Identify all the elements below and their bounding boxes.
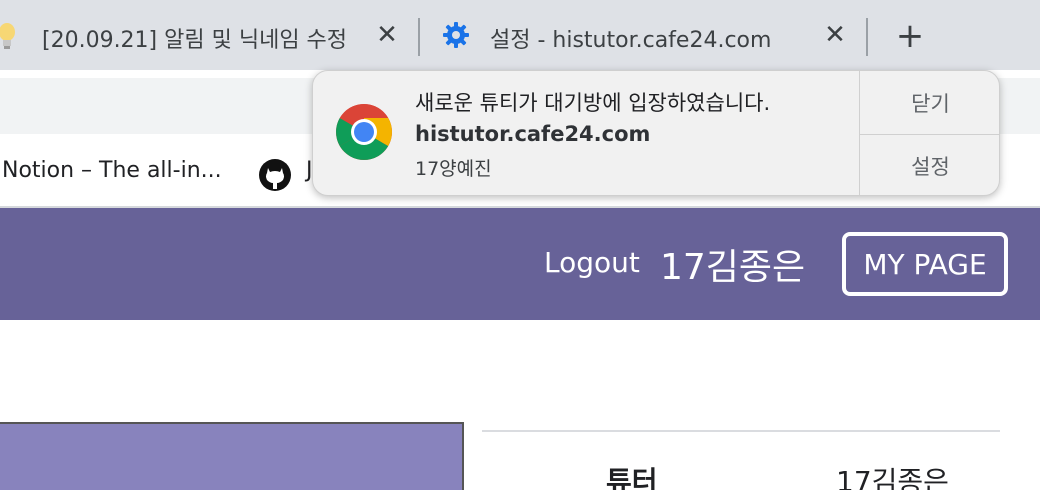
notification-body: 17양예진 [415,158,492,180]
divider [482,430,1000,432]
github-icon[interactable] [258,158,292,192]
lightbulb-icon [0,23,15,49]
tab-title: 설정 - histutor.cafe24.com [490,28,772,53]
tab-title: [20.09.21] 알림 및 닉네임 수정 [42,28,348,53]
tutor-value: 17김종은 [836,465,949,490]
my-page-button[interactable]: MY PAGE [842,232,1008,296]
tutor-label: 튜터 [606,465,658,490]
browser-tab-2[interactable]: 설정 - histutor.cafe24.com ✕ [420,0,866,70]
close-tab-icon[interactable]: ✕ [820,20,850,50]
site-header: Logout 17김종은 MY PAGE [0,208,1040,320]
tab-strip: [20.09.21] 알림 및 닉네임 수정 ✕ 설정 - histutor.c… [0,0,1040,70]
new-tab-button[interactable]: + [892,16,928,56]
bookmark-notion[interactable]: Notion – The all-in... [2,158,222,183]
username: 17김종은 [660,247,806,288]
browser-tab-1[interactable]: [20.09.21] 알림 및 닉네임 수정 ✕ [0,0,418,70]
logout-link[interactable]: Logout [544,246,640,279]
content-panel [0,422,464,490]
notification-origin: histutor.cafe24.com [415,122,651,146]
tab-divider [866,18,868,56]
close-tab-icon[interactable]: ✕ [372,20,402,50]
close-notification-button[interactable]: 닫기 [860,71,999,134]
chrome-icon [336,104,392,160]
notification-settings-button[interactable]: 설정 [860,134,999,195]
notification-actions: 닫기 설정 [859,71,999,195]
notification-title: 새로운 튜티가 대기방에 입장하였습니다. [415,91,771,115]
gear-icon [443,22,469,48]
notification-popup: 새로운 튜티가 대기방에 입장하였습니다. histutor.cafe24.co… [312,70,1000,196]
